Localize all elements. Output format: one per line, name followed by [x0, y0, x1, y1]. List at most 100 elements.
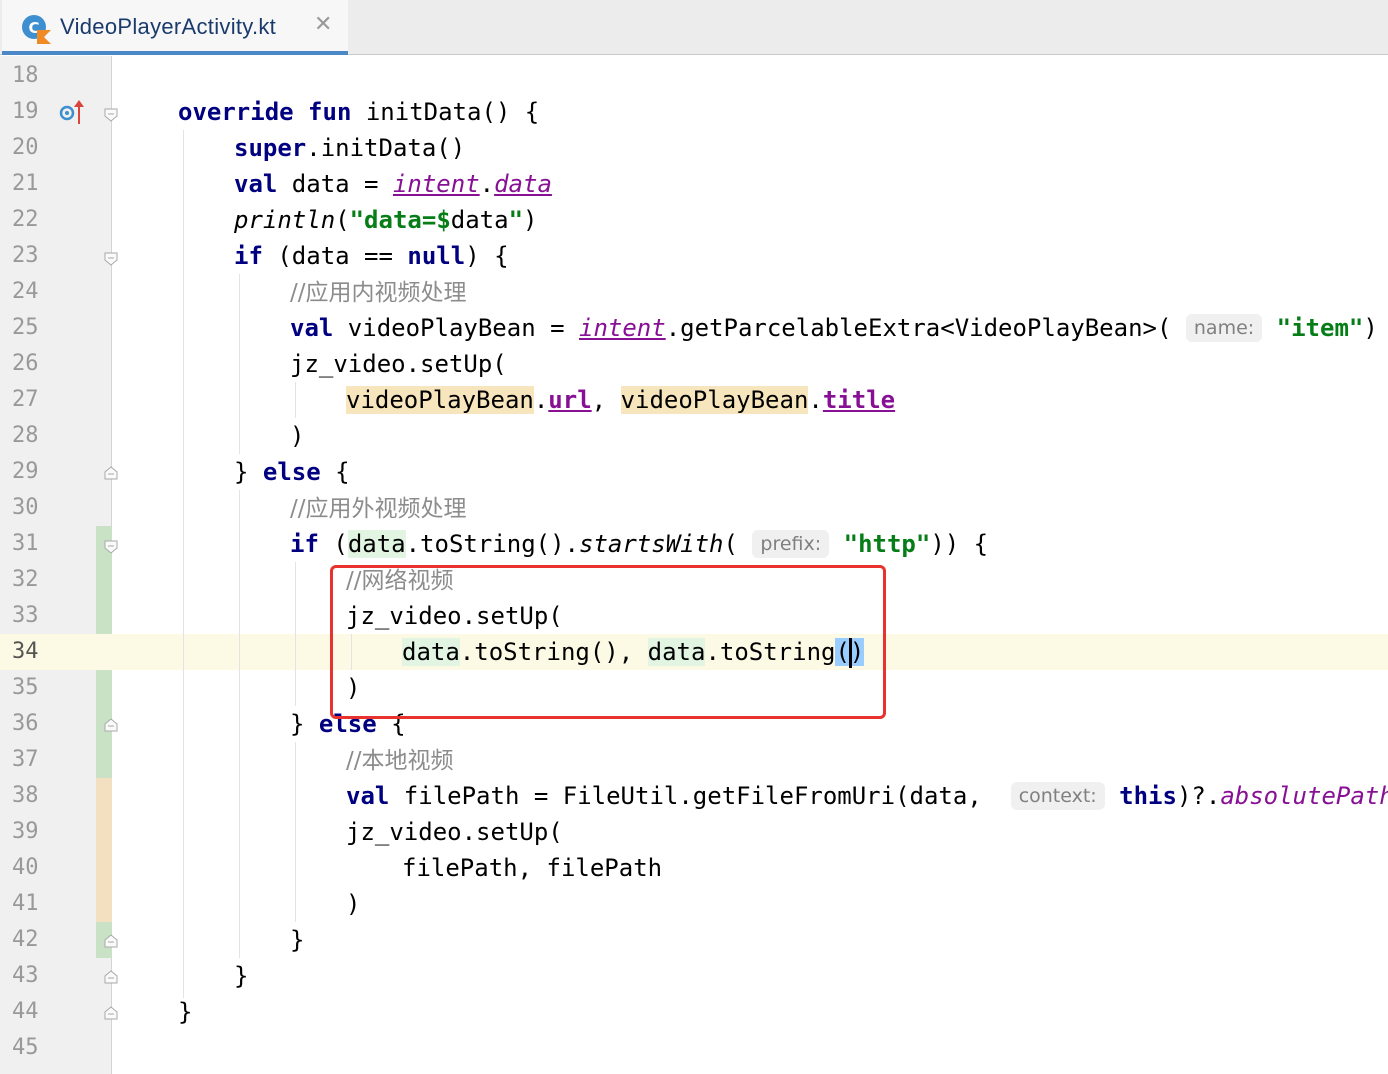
code-line-30[interactable]: //应用外视频处理: [290, 490, 467, 526]
fold-collapse-icon[interactable]: [104, 108, 118, 122]
code-line-20[interactable]: super.initData(): [234, 130, 465, 166]
fold-end-icon[interactable]: [104, 718, 118, 732]
code-text: }: [234, 962, 249, 990]
code-line-44[interactable]: }: [178, 994, 192, 1030]
line-number[interactable]: 44: [12, 994, 52, 1030]
code-text: videoPlayBean =: [333, 314, 579, 342]
line-number[interactable]: 18: [12, 58, 52, 94]
line-number[interactable]: 20: [12, 130, 52, 166]
keyword: val: [290, 314, 334, 342]
line-number[interactable]: 31: [12, 526, 52, 562]
line-number[interactable]: 34: [12, 634, 52, 670]
code-line-43[interactable]: }: [234, 958, 248, 994]
code-text: filePath, filePath: [402, 854, 663, 882]
line-number[interactable]: 40: [12, 850, 52, 886]
close-icon[interactable]: ✕: [314, 12, 332, 37]
absolutepath-property: absolutePath: [1220, 782, 1388, 810]
code-line-29[interactable]: } else {: [234, 454, 350, 490]
code-line-24[interactable]: //应用内视频处理: [290, 274, 467, 310]
indent-guide: [295, 562, 296, 706]
line-number[interactable]: 38: [12, 778, 52, 814]
code-comment: //应用外视频处理: [290, 496, 467, 522]
line-number[interactable]: 22: [12, 202, 52, 238]
code-line-19[interactable]: override fun initData() {: [178, 94, 539, 130]
line-number[interactable]: 37: [12, 742, 52, 778]
keyword: this: [1119, 782, 1177, 810]
code-line-22[interactable]: println("data=$data"): [234, 202, 537, 238]
line-number[interactable]: 36: [12, 706, 52, 742]
intent-property: intent: [579, 314, 666, 342]
line-number[interactable]: 27: [12, 382, 52, 418]
code-text: .toString().: [405, 530, 579, 558]
code-text: }: [290, 926, 305, 954]
string-literal: "http": [843, 530, 931, 558]
line-number[interactable]: 23: [12, 238, 52, 274]
kotlin-class-file-icon: C: [22, 15, 51, 44]
override-arrow-icon[interactable]: [58, 100, 86, 126]
code-text: }: [234, 458, 263, 486]
line-number[interactable]: 26: [12, 346, 52, 382]
code-line-39[interactable]: jz_video.setUp(: [346, 814, 563, 850]
fold-collapse-icon[interactable]: [104, 252, 118, 266]
code-line-26[interactable]: jz_video.setUp(: [290, 346, 507, 382]
code-text: )) {: [930, 530, 989, 558]
fold-end-icon[interactable]: [104, 1006, 118, 1020]
code-line-21[interactable]: val data = intent.data: [234, 166, 552, 202]
string-literal: "item": [1276, 314, 1364, 342]
code-text: ): [1363, 314, 1378, 342]
line-number[interactable]: 43: [12, 958, 52, 994]
code-line-25[interactable]: val videoPlayBean = intent.getParcelable…: [290, 310, 1378, 346]
code-text: .: [533, 386, 549, 414]
line-number[interactable]: 19: [12, 94, 52, 130]
keyword: val: [234, 170, 278, 198]
line-number[interactable]: 45: [12, 1030, 52, 1066]
line-number[interactable]: 21: [12, 166, 52, 202]
keyword: else: [262, 458, 321, 486]
parameter-hint: name:: [1185, 314, 1263, 342]
code-comment: //本地视频: [346, 748, 454, 774]
tab-video-player-activity[interactable]: C VideoPlayerActivity.kt ✕: [2, 0, 348, 55]
fold-end-icon[interactable]: [104, 466, 118, 480]
line-number[interactable]: 39: [12, 814, 52, 850]
data-property: data: [494, 170, 552, 198]
line-number[interactable]: 41: [12, 886, 52, 922]
code-text: initData() {: [351, 98, 540, 126]
line-number[interactable]: 42: [12, 922, 52, 958]
code-line-40[interactable]: filePath, filePath: [402, 850, 662, 886]
tab-title: VideoPlayerActivity.kt: [60, 14, 277, 39]
code-text: (: [318, 530, 348, 558]
code-text: .getParcelableExtra<VideoPlayBean>(: [665, 314, 1172, 342]
keyword: override: [178, 98, 294, 126]
line-number[interactable]: 28: [12, 418, 52, 454]
line-number[interactable]: 33: [12, 598, 52, 634]
code-line-28[interactable]: ): [290, 418, 304, 454]
line-number[interactable]: 35: [12, 670, 52, 706]
line-number[interactable]: 25: [12, 310, 52, 346]
fold-end-icon[interactable]: [104, 970, 118, 984]
code-line-31[interactable]: if (data.toString().startsWith( prefix: …: [290, 526, 988, 562]
code-line-42[interactable]: }: [290, 922, 304, 958]
code-text: .initData(): [306, 134, 466, 162]
usage-highlight: data: [347, 530, 406, 558]
code-text: data =: [277, 170, 393, 198]
line-number[interactable]: 32: [12, 562, 52, 598]
code-line-27[interactable]: videoPlayBean.url, videoPlayBean.title: [346, 382, 895, 418]
line-number[interactable]: 24: [12, 274, 52, 310]
code-line-41[interactable]: ): [346, 886, 360, 922]
change-marker-modified[interactable]: [96, 778, 112, 922]
intent-property: intent: [392, 170, 480, 198]
url-property: url: [548, 386, 592, 414]
code-line-23[interactable]: if (data == null) {: [234, 238, 509, 274]
code-text: .: [479, 170, 495, 198]
fold-end-icon[interactable]: [104, 934, 118, 948]
line-number[interactable]: 30: [12, 490, 52, 526]
fold-collapse-icon[interactable]: [104, 540, 118, 554]
code-line-38[interactable]: val filePath = FileUtil.getFileFromUri(d…: [346, 778, 1388, 814]
line-number[interactable]: 29: [12, 454, 52, 490]
keyword: if: [234, 242, 263, 270]
indent-guide: [295, 382, 296, 418]
code-text: .: [808, 386, 823, 414]
code-line-37[interactable]: //本地视频: [346, 742, 454, 778]
code-text: (: [723, 530, 738, 558]
usage-highlight: videoPlayBean: [620, 386, 809, 414]
